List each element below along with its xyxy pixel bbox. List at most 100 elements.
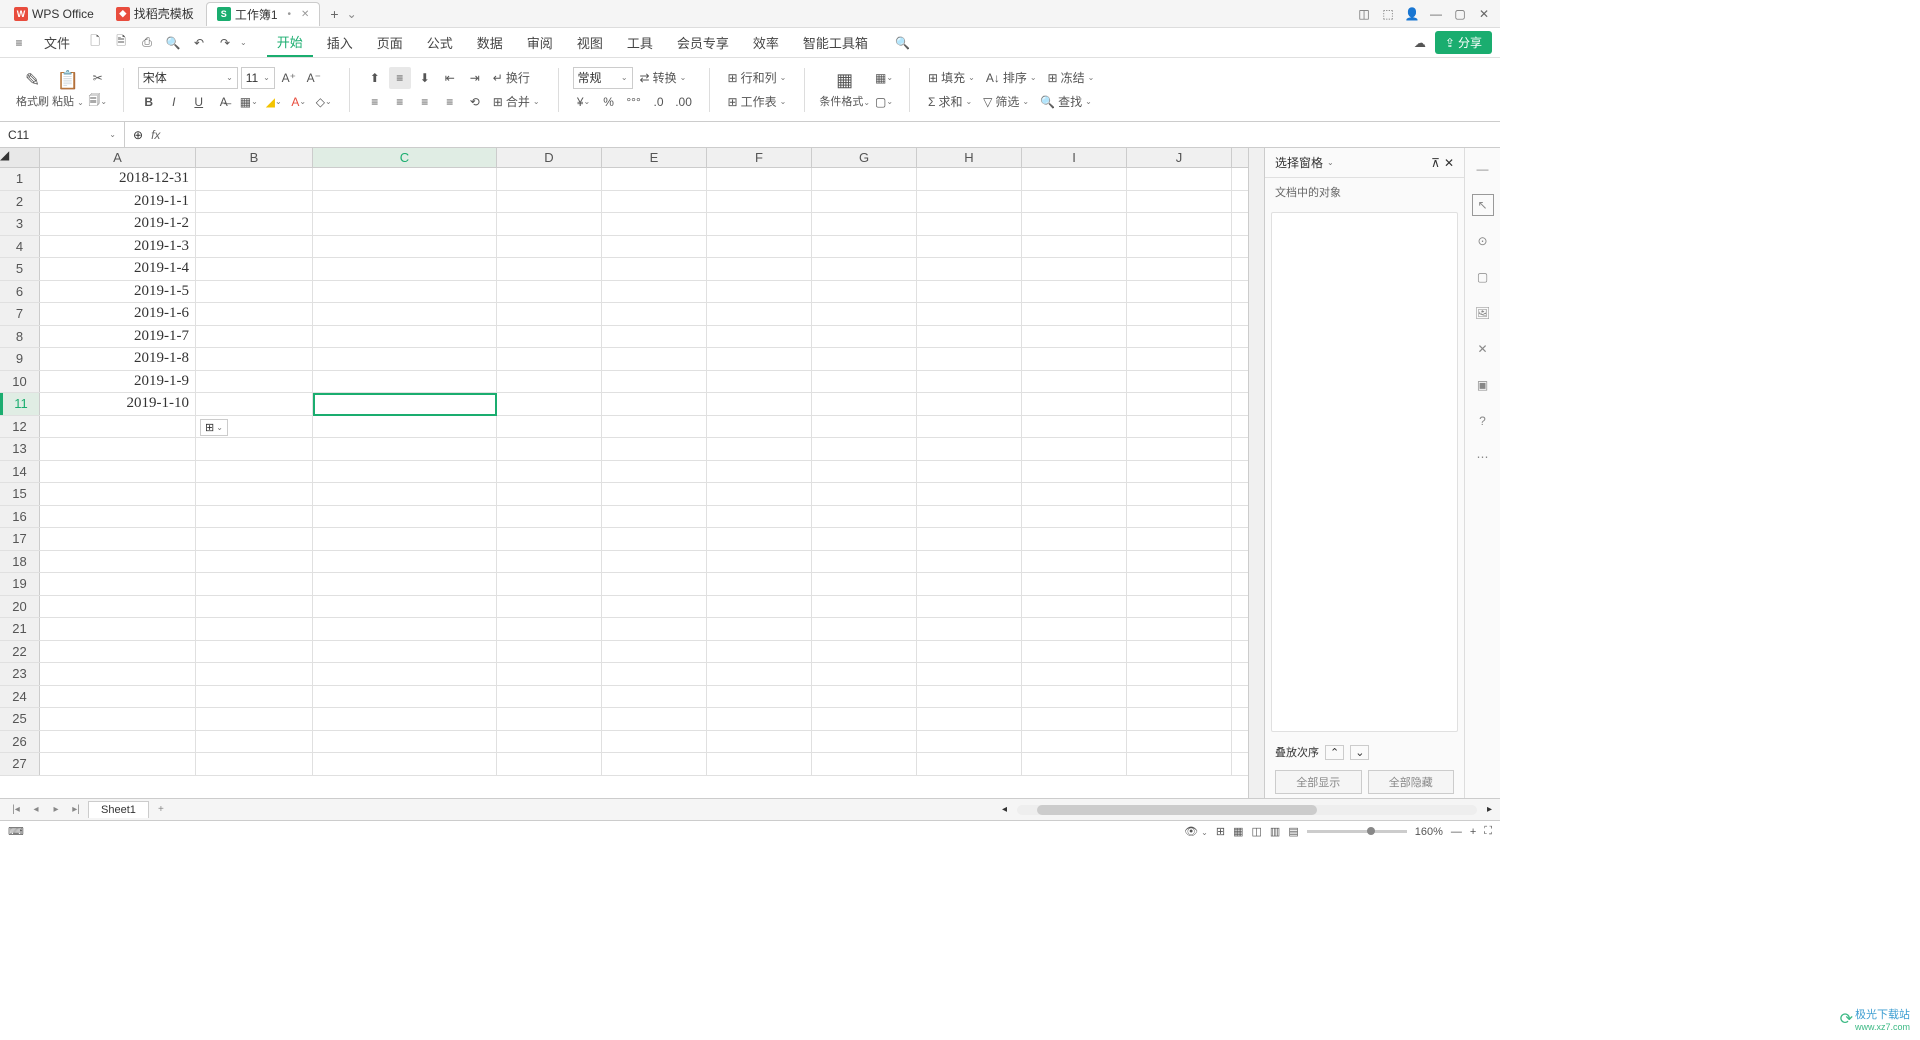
cell[interactable]: 2019-1-9 <box>40 371 196 393</box>
hscroll-thumb[interactable] <box>1037 805 1317 815</box>
indent-left-icon[interactable]: ⇤ <box>439 67 461 89</box>
row-header[interactable]: 18 <box>0 551 40 573</box>
col-header-D[interactable]: D <box>497 148 602 167</box>
cell[interactable] <box>497 663 602 685</box>
cell[interactable] <box>1022 303 1127 325</box>
cell[interactable] <box>602 371 707 393</box>
cell[interactable] <box>40 416 196 438</box>
col-header-J[interactable]: J <box>1127 148 1232 167</box>
cell[interactable] <box>313 641 497 663</box>
cell[interactable] <box>1127 191 1232 213</box>
cell[interactable] <box>40 573 196 595</box>
cell[interactable] <box>917 663 1022 685</box>
sort-button[interactable]: A↓排序⌄ <box>982 67 1041 89</box>
row-header[interactable]: 21 <box>0 618 40 640</box>
cell[interactable] <box>40 641 196 663</box>
cell[interactable] <box>1127 438 1232 460</box>
decrease-decimal-icon[interactable]: .00 <box>673 91 695 113</box>
freeze-button[interactable]: ⊞冻结⌄ <box>1044 67 1099 89</box>
cell[interactable] <box>1127 461 1232 483</box>
cell[interactable] <box>313 618 497 640</box>
cell[interactable] <box>602 663 707 685</box>
more-icon[interactable]: ⋯ <box>1472 446 1494 468</box>
show-all-button[interactable]: 全部显示 <box>1275 770 1362 794</box>
cell[interactable] <box>196 483 313 505</box>
zoom-lens-icon[interactable]: ⊕ <box>133 128 143 142</box>
cell[interactable] <box>1022 393 1127 415</box>
cell[interactable] <box>497 213 602 235</box>
cell[interactable] <box>812 506 917 528</box>
cell[interactable] <box>707 663 812 685</box>
cell[interactable] <box>917 348 1022 370</box>
menu-view[interactable]: 视图 <box>567 29 613 56</box>
cell[interactable] <box>313 753 497 775</box>
cell[interactable] <box>1022 641 1127 663</box>
cell[interactable] <box>812 461 917 483</box>
cell[interactable] <box>1127 236 1232 258</box>
share-button[interactable]: ⇪ 分享 <box>1435 31 1492 54</box>
cell[interactable] <box>917 528 1022 550</box>
cell[interactable] <box>196 663 313 685</box>
cell[interactable] <box>917 641 1022 663</box>
search-icon[interactable]: 🔍 <box>892 32 914 54</box>
col-header-G[interactable]: G <box>812 148 917 167</box>
keyboard-icon[interactable]: ⌨ <box>8 825 24 838</box>
increase-decimal-icon[interactable]: .0 <box>648 91 670 113</box>
cell[interactable] <box>313 168 497 190</box>
menu-efficiency[interactable]: 效率 <box>743 29 789 56</box>
cell[interactable] <box>1022 663 1127 685</box>
font-size-select[interactable]: 11 ⌄ <box>241 67 275 89</box>
cell[interactable] <box>917 168 1022 190</box>
menu-page[interactable]: 页面 <box>367 29 413 56</box>
cell[interactable] <box>1127 168 1232 190</box>
cell[interactable] <box>602 326 707 348</box>
horizontal-scrollbar[interactable] <box>1017 805 1477 815</box>
prev-sheet-icon[interactable]: ◂ <box>28 804 44 815</box>
row-header[interactable]: 7 <box>0 303 40 325</box>
font-color-icon[interactable]: A⌄ <box>288 91 310 113</box>
cell[interactable] <box>602 483 707 505</box>
normal-view-icon[interactable]: ▦ <box>1233 825 1243 838</box>
cell[interactable] <box>602 281 707 303</box>
cell[interactable] <box>812 753 917 775</box>
row-header[interactable]: 15 <box>0 483 40 505</box>
cell[interactable] <box>40 528 196 550</box>
cell[interactable] <box>917 438 1022 460</box>
cell[interactable] <box>1127 708 1232 730</box>
row-header[interactable]: 16 <box>0 506 40 528</box>
close-panel-icon[interactable]: ✕ <box>1444 156 1454 170</box>
cell[interactable] <box>812 371 917 393</box>
cell[interactable] <box>602 506 707 528</box>
cell[interactable] <box>812 708 917 730</box>
cube-icon[interactable]: ⬚ <box>1376 2 1400 26</box>
bold-icon[interactable]: B <box>138 91 160 113</box>
select-icon[interactable]: ↖ <box>1472 194 1494 216</box>
cell[interactable] <box>497 416 602 438</box>
cell[interactable] <box>812 596 917 618</box>
cell[interactable] <box>1127 551 1232 573</box>
chevron-down-icon[interactable]: ⌄ <box>1327 158 1334 167</box>
cell[interactable] <box>40 461 196 483</box>
file-menu[interactable]: 文件 <box>34 29 80 56</box>
cell[interactable] <box>602 438 707 460</box>
menu-tools[interactable]: 工具 <box>617 29 663 56</box>
cell[interactable] <box>497 348 602 370</box>
next-sheet-icon[interactable]: ▸ <box>48 804 64 815</box>
cell[interactable] <box>313 708 497 730</box>
cell[interactable] <box>196 326 313 348</box>
cell[interactable] <box>196 236 313 258</box>
paste-button[interactable]: 📋 粘贴 ⌄ <box>52 70 84 109</box>
fill-button[interactable]: ⊞填充⌄ <box>924 67 979 89</box>
zoom-value[interactable]: 160% <box>1415 826 1443 838</box>
cell[interactable] <box>497 168 602 190</box>
cell[interactable] <box>497 303 602 325</box>
reading-view-icon[interactable]: ▤ <box>1288 825 1298 838</box>
cell[interactable] <box>707 686 812 708</box>
collapse-icon[interactable]: — <box>1472 158 1494 180</box>
cell[interactable] <box>196 641 313 663</box>
cell[interactable] <box>707 731 812 753</box>
row-header[interactable]: 1 <box>0 168 40 190</box>
wrap-button[interactable]: ↵ 换行 <box>489 67 534 89</box>
row-header[interactable]: 19 <box>0 573 40 595</box>
row-header[interactable]: 4 <box>0 236 40 258</box>
